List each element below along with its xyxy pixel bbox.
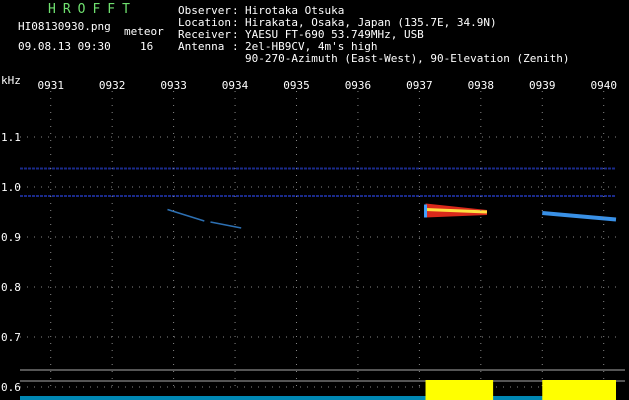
- x-tick-label-0939: 0939: [529, 79, 556, 92]
- meteor-echo-3: [542, 211, 617, 222]
- spectrogram: 0931 0932 0933 0934 0935 0936 0937 0938 0939 0940…: [1, 74, 625, 400]
- x-tick-label-0934: 0934: [222, 79, 249, 92]
- continuous-bands: [20, 167, 616, 197]
- frequency-axis: kHz 1.1 1.0 0.9 0.8 0.7 0.6: [1, 74, 616, 394]
- y-tick-label-0.7: 0.7: [1, 331, 21, 344]
- x-tick-label-0936: 0936: [345, 79, 372, 92]
- x-tick-label-0937: 0937: [406, 79, 433, 92]
- x-tick-label-0935: 0935: [283, 79, 310, 92]
- y-tick-label-0.9: 0.9: [1, 231, 21, 244]
- signal-burst-0: [425, 380, 494, 400]
- signal-baseline: [20, 396, 616, 400]
- x-tick-label-0931: 0931: [37, 79, 64, 92]
- x-tick-label-0940: 0940: [590, 79, 617, 92]
- time-axis: 0931 0932 0933 0934 0935 0936 0937 0938 0939 0940: [37, 79, 617, 392]
- y-tick-label-1.1: 1.1: [1, 131, 21, 144]
- y-tick-label-0.8: 0.8: [1, 281, 21, 294]
- y-tick-label-1.0: 1.0: [1, 181, 21, 194]
- signal-level-strip: [20, 369, 625, 400]
- x-tick-label-0932: 0932: [99, 79, 126, 92]
- x-tick-label-0938: 0938: [468, 79, 495, 92]
- y-tick-label-0.6: 0.6: [1, 381, 21, 394]
- y-axis-label: kHz: [1, 74, 21, 87]
- signal-burst-1: [542, 380, 616, 400]
- x-tick-label-0933: 0933: [160, 79, 187, 92]
- meteor-echo-0: [167, 208, 205, 222]
- meteor-echo-1: [210, 221, 242, 229]
